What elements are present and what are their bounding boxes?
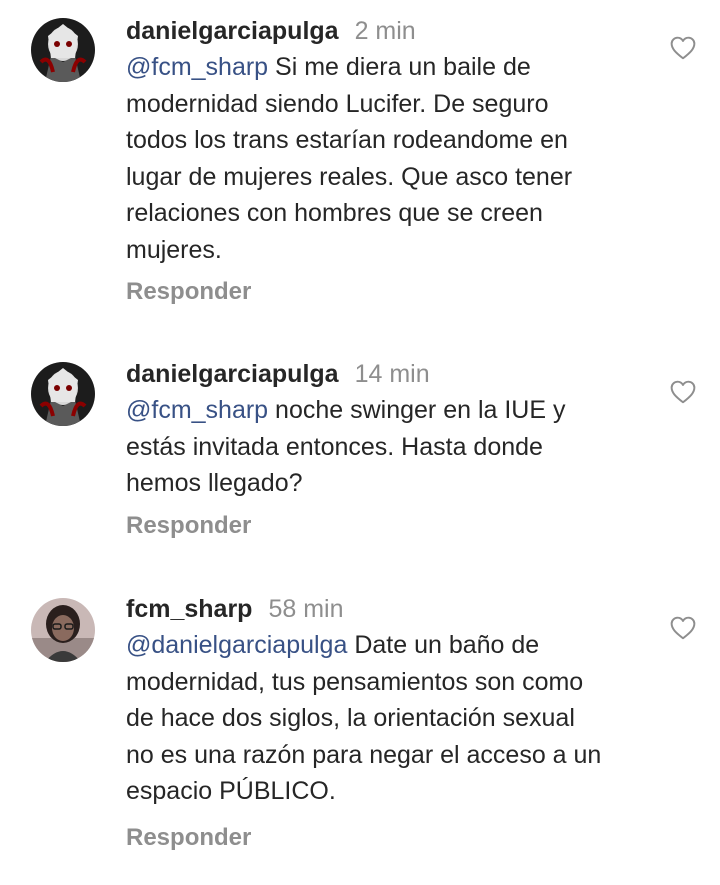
reply-button[interactable]: Responder (126, 512, 251, 540)
comment-line: lugar de mujeres reales. Que asco tener (126, 162, 573, 191)
comment-line: modernidad, tus pensamientos son como (126, 667, 584, 696)
comment-item: fcm_sharp 58 min @danielgarciapulga Date … (0, 580, 720, 880)
comment-text: @danielgarciapulga Date un baño de moder… (126, 627, 666, 810)
comment-line: hemos llegado? (126, 469, 303, 497)
avatar[interactable] (31, 362, 95, 426)
mention-link[interactable]: @fcm_sharp (126, 396, 268, 424)
username[interactable]: fcm_sharp (126, 595, 252, 623)
avatar-image (31, 598, 95, 662)
comment-line: relaciones con hombres que se creen (126, 199, 543, 227)
username[interactable]: danielgarciapulga (126, 360, 339, 388)
timestamp: 14 min (354, 360, 430, 388)
mention-link[interactable]: @fcm_sharp (126, 53, 268, 81)
comment-item: danielgarciapulga 14 min @fcm_sharp noche… (0, 345, 720, 565)
comment-line: no es una razón para negar el acceso a u… (126, 740, 602, 769)
comment-line: estás invitada entonces. Hasta donde (126, 432, 543, 461)
comment-line: @fcm_sharp noche swinger en la IUE y (126, 396, 566, 424)
comment-header: danielgarciapulga 2 min (126, 13, 666, 49)
comment-line: @fcm_sharp Si me diera un baile de (126, 53, 531, 81)
comment-header: fcm_sharp 58 min (126, 591, 666, 627)
timestamp: 2 min (354, 17, 416, 45)
avatar[interactable] (31, 598, 95, 662)
avatar-image (31, 18, 95, 82)
username[interactable]: danielgarciapulga (126, 17, 339, 45)
timestamp: 58 min (268, 595, 344, 623)
comment-text: @fcm_sharp Si me diera un baile de moder… (126, 49, 666, 268)
reply-button[interactable]: Responder (126, 824, 251, 852)
heart-outline-icon[interactable] (670, 36, 696, 60)
heart-outline-icon[interactable] (670, 616, 696, 640)
comment-line: espacio PÚBLICO. (126, 777, 336, 805)
comment-line: de hace dos siglos, la orientación sexua… (126, 704, 575, 732)
mention-link[interactable]: @danielgarciapulga (126, 631, 347, 659)
comment-text: @fcm_sharp noche swinger en la IUE y est… (126, 392, 666, 502)
reply-button[interactable]: Responder (126, 278, 251, 306)
comment-line: @danielgarciapulga Date un baño de (126, 631, 540, 659)
comment-header: danielgarciapulga 14 min (126, 356, 666, 392)
comment-line: todos los trans estarían rodeandome en (126, 126, 568, 154)
avatar[interactable] (31, 18, 95, 82)
comment-line: mujeres. (126, 235, 222, 264)
comment-line: modernidad siendo Lucifer. De seguro (126, 89, 549, 118)
heart-outline-icon[interactable] (670, 380, 696, 404)
avatar-image (31, 362, 95, 426)
comment-item: danielgarciapulga 2 min @fcm_sharp Si me … (0, 0, 720, 330)
